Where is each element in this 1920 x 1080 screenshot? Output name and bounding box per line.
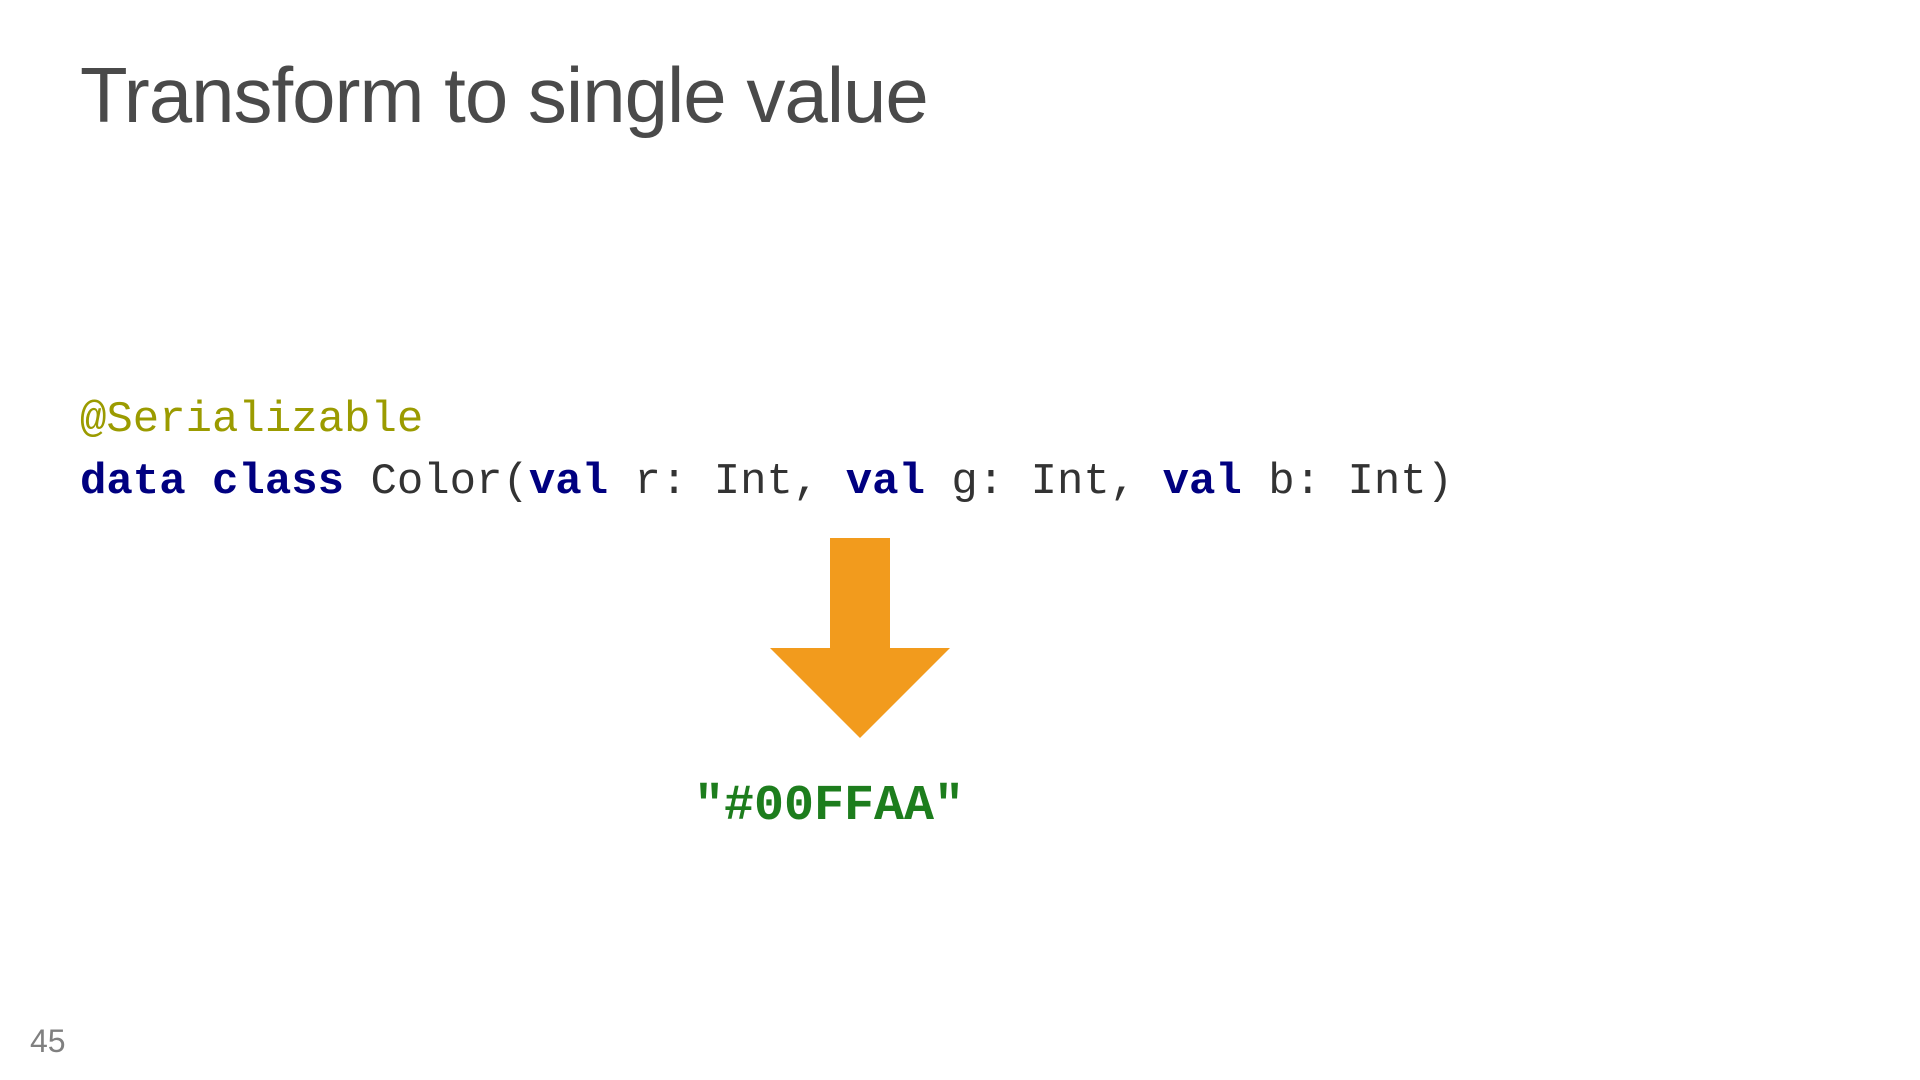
keyword-class: class: [212, 457, 344, 507]
arrow-svg: [770, 538, 950, 738]
keyword-val-3: val: [1163, 457, 1242, 507]
space: [186, 457, 212, 507]
page-number: 45: [30, 1023, 66, 1060]
keyword-val-1: val: [529, 457, 608, 507]
result-value: "#00FFAA": [694, 778, 964, 835]
param-r: r: Int,: [608, 457, 846, 507]
annotation-token: @Serializable: [80, 395, 423, 445]
code-line-annotation: @Serializable: [80, 390, 1453, 452]
class-name: Color(: [344, 457, 529, 507]
arrow-down-icon: [760, 538, 960, 738]
keyword-data: data: [80, 457, 186, 507]
code-line-declaration: data class Color(val r: Int, val g: Int,…: [80, 452, 1453, 514]
slide-title: Transform to single value: [80, 50, 928, 141]
param-b: b: Int): [1242, 457, 1453, 507]
keyword-val-2: val: [846, 457, 925, 507]
code-block: @Serializable data class Color(val r: In…: [80, 390, 1453, 513]
param-g: g: Int,: [925, 457, 1163, 507]
